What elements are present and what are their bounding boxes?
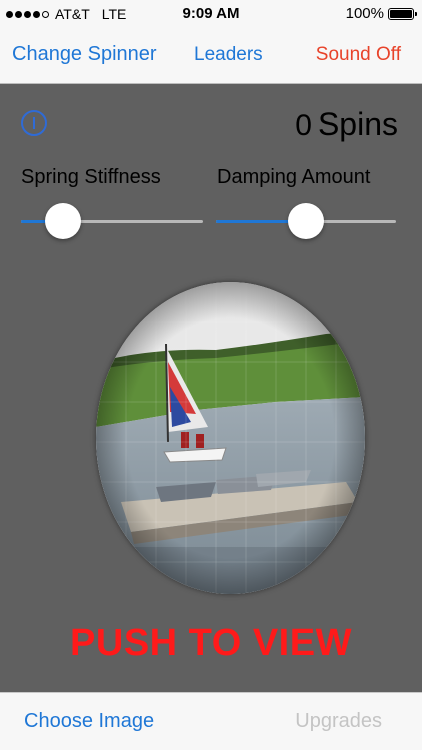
spin-count: 0: [295, 109, 312, 142]
status-bar: AT&T LTE 9:09 AM 100%: [0, 0, 422, 28]
spinner-disc[interactable]: [96, 282, 365, 594]
sound-toggle-button[interactable]: Sound Off: [316, 44, 401, 66]
slider-thumb[interactable]: [288, 203, 324, 239]
spin-counter: 0 Spins: [295, 106, 398, 143]
navigation-bar: Change Spinner Leaders Sound Off: [0, 28, 422, 84]
battery-icon: [388, 7, 417, 20]
choose-image-button[interactable]: Choose Image: [24, 710, 154, 733]
spring-stiffness-slider[interactable]: [21, 203, 203, 239]
push-to-view-label[interactable]: PUSH TO VIEW: [0, 622, 422, 665]
upgrades-button[interactable]: Upgrades: [295, 710, 382, 733]
leaders-button[interactable]: Leaders: [194, 44, 263, 66]
slider-thumb[interactable]: [44, 203, 81, 239]
bottom-toolbar: Choose Image Upgrades: [0, 692, 422, 750]
status-right: 100%: [345, 5, 417, 22]
damping-amount-label: Damping Amount: [217, 166, 371, 188]
spring-stiffness-label: Spring Stiffness: [21, 166, 161, 188]
change-spinner-button[interactable]: Change Spinner: [12, 43, 157, 66]
info-icon[interactable]: [21, 110, 47, 136]
battery-percent: 100%: [345, 5, 384, 22]
damping-amount-slider[interactable]: [216, 203, 396, 239]
spin-label: Spins: [317, 106, 398, 142]
spinner-photo: [96, 282, 365, 594]
